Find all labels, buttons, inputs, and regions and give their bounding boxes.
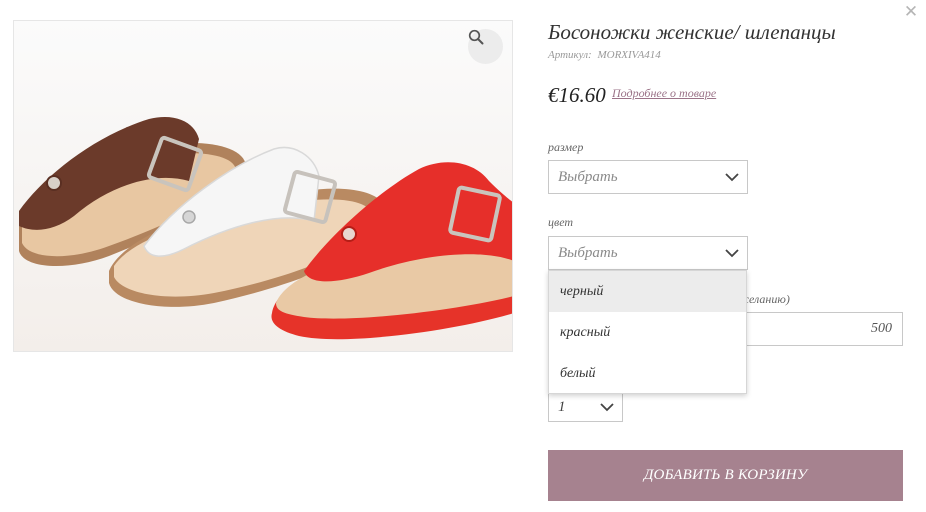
sandals-illustration <box>14 21 512 351</box>
quantity-select[interactable]: 1 <box>548 392 623 422</box>
color-select-value: Выбрать <box>558 244 618 261</box>
color-dropdown: черный красный белый <box>548 270 747 394</box>
color-label: цвет <box>548 215 574 229</box>
color-option-white[interactable]: белый <box>549 353 746 394</box>
chevron-down-icon <box>717 172 747 182</box>
color-select[interactable]: Выбрать <box>548 236 748 270</box>
product-price: €16.60 <box>548 83 606 107</box>
product-sku: Артикул: MORXIVA414 <box>548 49 661 61</box>
magnifier-icon[interactable] <box>468 29 503 64</box>
product-title: Босоножки женские/ шлепанцы <box>548 20 836 44</box>
size-label: размер <box>548 140 584 154</box>
size-select-value: Выбрать <box>558 168 618 185</box>
sku-label: Артикул: <box>548 49 592 61</box>
chevron-down-icon <box>592 402 622 412</box>
add-to-cart-button[interactable]: ДОБАВИТЬ В КОРЗИНУ <box>548 450 903 501</box>
chevron-down-icon <box>717 248 747 258</box>
size-select[interactable]: Выбрать <box>548 160 748 194</box>
close-icon[interactable]: ✕ <box>903 2 919 22</box>
quantity-value: 1 <box>558 398 566 415</box>
product-details-link[interactable]: Подробнее о товаре <box>612 86 716 101</box>
color-option-black[interactable]: черный <box>549 271 746 312</box>
sku-value: MORXIVA414 <box>597 49 661 61</box>
color-option-red[interactable]: красный <box>549 312 746 353</box>
product-image <box>13 20 513 352</box>
